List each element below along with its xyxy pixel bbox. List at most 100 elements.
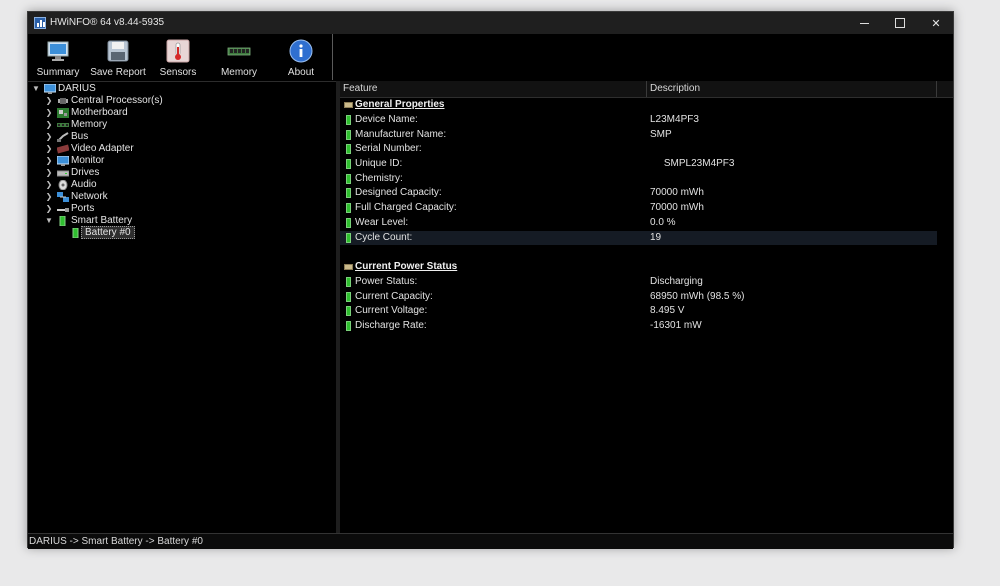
table-row[interactable]: Wear Level: 0.0 % — [340, 216, 937, 230]
feature-value: 70000 mWh — [650, 187, 704, 198]
battery-icon — [346, 321, 351, 331]
chevron-right-icon[interactable]: ❯ — [45, 143, 53, 155]
table-row[interactable]: Cycle Count: 19 — [340, 231, 937, 245]
feature-label: Full Charged Capacity: — [355, 202, 457, 213]
table-row[interactable]: Serial Number: — [340, 142, 937, 156]
details-header: Feature Description — [340, 81, 953, 98]
close-icon: ✕ — [931, 17, 941, 30]
speaker-icon — [58, 180, 68, 190]
table-row[interactable]: Manufacturer Name: SMP — [340, 128, 937, 142]
maximize-button[interactable] — [883, 12, 917, 34]
table-row[interactable]: Power Status: Discharging — [340, 275, 937, 289]
table-row[interactable]: Full Charged Capacity: 70000 mWh — [340, 201, 937, 215]
feature-label: Wear Level: — [355, 217, 409, 228]
tree-label: Ports — [71, 203, 95, 214]
folder-icon — [344, 102, 353, 108]
table-row[interactable]: Chemistry: — [340, 172, 937, 186]
feature-label: Designed Capacity: — [355, 187, 442, 198]
thermometer-icon — [166, 39, 190, 63]
memory-module-icon — [227, 47, 251, 56]
memory-label: Memory — [220, 67, 258, 78]
feature-label: Current Voltage: — [355, 305, 428, 316]
chevron-right-icon[interactable]: ❯ — [45, 191, 53, 203]
table-row[interactable]: Device Name: L23M4PF3 — [340, 113, 937, 127]
table-row[interactable]: Unique ID: SMPL23M4PF3 — [340, 157, 937, 171]
toolbar: Summary Save Report Sensors Memory About — [28, 34, 333, 80]
chevron-right-icon[interactable]: ❯ — [45, 107, 53, 119]
table-row[interactable]: Current Voltage: 8.495 V — [340, 304, 937, 318]
tree-label: Monitor — [71, 155, 105, 166]
hwinfo-window: HWiNFO® 64 v8.44-5935 ✕ Summary Save Rep… — [27, 11, 954, 549]
toolbar-empty-area — [333, 34, 953, 80]
summary-button[interactable]: Summary — [28, 34, 88, 80]
port-icon — [57, 208, 69, 212]
feature-label: Cycle Count: — [355, 232, 413, 243]
chevron-right-icon[interactable]: ❯ — [45, 155, 53, 167]
tree-label: Network — [71, 191, 108, 202]
monitor-icon — [47, 41, 69, 61]
table-row[interactable]: Designed Capacity: 70000 mWh — [340, 186, 937, 200]
monitor-icon — [57, 156, 69, 166]
computer-icon — [44, 84, 56, 94]
feature-value: 8.495 V — [650, 305, 685, 316]
chevron-right-icon[interactable]: ❯ — [45, 167, 53, 179]
motherboard-icon — [57, 108, 69, 118]
feature-value: 70000 mWh — [650, 202, 704, 213]
feature-label: Current Capacity: — [355, 291, 433, 302]
column-header-description[interactable]: Description — [647, 81, 937, 97]
memory-icon — [57, 123, 69, 127]
chevron-right-icon[interactable]: ❯ — [45, 203, 53, 215]
details-pane[interactable]: Feature Description General Properties D… — [340, 81, 953, 533]
tree-label: Memory — [71, 119, 108, 130]
chevron-down-icon[interactable]: ▼ — [45, 215, 53, 227]
chevron-right-icon[interactable]: ❯ — [45, 95, 53, 107]
tree-label: Audio — [71, 179, 97, 190]
battery-icon — [346, 292, 351, 302]
feature-value: -16301 mW — [650, 320, 702, 331]
close-button[interactable]: ✕ — [919, 12, 953, 34]
feature-value: 19 — [650, 232, 662, 243]
network-icon — [57, 192, 69, 202]
folder-icon — [344, 264, 353, 270]
window-title: HWiNFO® 64 v8.44-5935 — [50, 17, 165, 28]
battery-icon — [346, 115, 351, 125]
status-bar: DARIUS -> Smart Battery -> Battery #0 — [28, 533, 953, 549]
drive-icon — [57, 170, 69, 177]
memory-button[interactable]: Memory — [209, 34, 269, 80]
device-tree[interactable]: ▼ DARIUS ❯ Central Processor(s) ❯ Mother… — [28, 81, 337, 534]
tree-selected-label: Battery #0 — [81, 226, 135, 239]
feature-value: 0.0 % — [650, 217, 676, 228]
chevron-right-icon[interactable]: ❯ — [45, 179, 53, 191]
about-button[interactable]: About — [271, 34, 331, 80]
section-row[interactable]: General Properties — [340, 98, 937, 112]
feature-label: Chemistry: — [355, 173, 403, 184]
sensors-button[interactable]: Sensors — [148, 34, 208, 80]
battery-icon — [346, 174, 351, 184]
chevron-down-icon[interactable]: ▼ — [32, 83, 40, 95]
section-row[interactable]: Current Power Status — [340, 260, 937, 274]
battery-icon — [346, 218, 351, 228]
feature-value: SMP — [650, 129, 672, 140]
save-report-label: Save Report — [90, 67, 146, 78]
table-row[interactable]: Discharge Rate: -16301 mW — [340, 319, 937, 333]
info-icon — [289, 39, 313, 63]
minimize-icon — [859, 22, 869, 24]
column-header-feature[interactable]: Feature — [340, 81, 647, 97]
battery-icon — [59, 216, 66, 226]
title-bar[interactable]: HWiNFO® 64 v8.44-5935 ✕ — [28, 12, 953, 34]
cpu-icon — [58, 98, 68, 104]
feature-label: Serial Number: — [355, 143, 422, 154]
floppy-disk-icon — [107, 40, 129, 62]
status-path: DARIUS -> Smart Battery -> Battery #0 — [29, 536, 203, 547]
minimize-button[interactable] — [847, 12, 881, 34]
feature-label: Discharge Rate: — [355, 320, 427, 331]
bus-icon — [57, 132, 69, 142]
battery-icon — [346, 144, 351, 154]
video-adapter-icon — [57, 144, 69, 154]
feature-value: Discharging — [650, 276, 703, 287]
table-row[interactable]: Current Capacity: 68950 mWh (98.5 %) — [340, 290, 937, 304]
maximize-icon — [895, 18, 905, 28]
chevron-right-icon[interactable]: ❯ — [45, 119, 53, 131]
chevron-right-icon[interactable]: ❯ — [45, 131, 53, 143]
save-report-button[interactable]: Save Report — [88, 34, 148, 80]
